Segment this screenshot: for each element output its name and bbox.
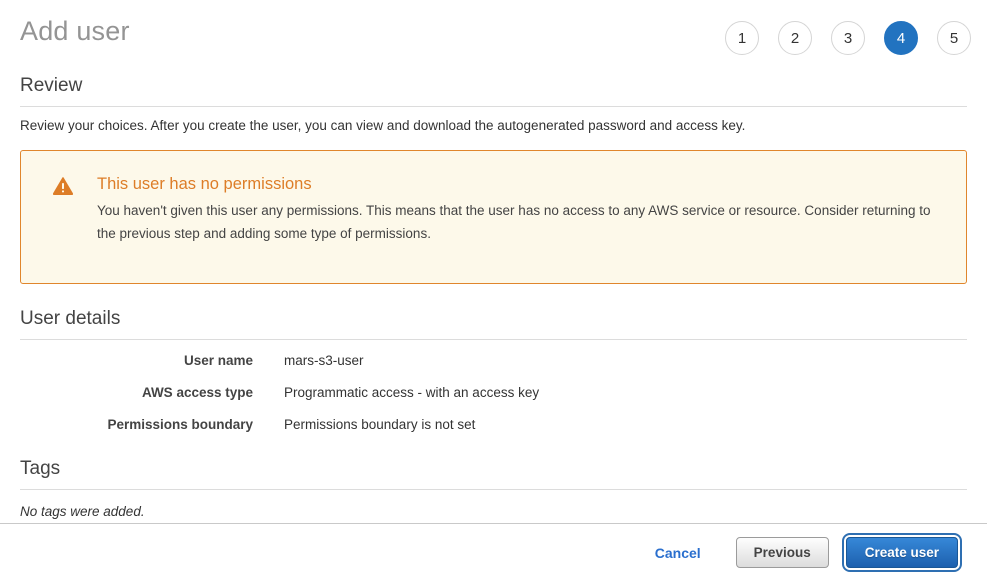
review-description: Review your choices. After you create th… xyxy=(20,118,967,133)
user-details-heading: User details xyxy=(20,308,967,330)
step-indicator: 1 2 3 4 5 xyxy=(725,21,971,55)
wizard-footer: Cancel Previous Create user xyxy=(0,523,987,581)
user-details-section: User details User name mars-s3-user AWS … xyxy=(20,308,967,432)
warning-body: You haven't given this user any permissi… xyxy=(97,199,936,245)
user-name-value: mars-s3-user xyxy=(253,353,364,368)
user-details-table: User name mars-s3-user AWS access type P… xyxy=(20,353,967,432)
permissions-boundary-value: Permissions boundary is not set xyxy=(253,417,475,432)
create-user-button[interactable]: Create user xyxy=(846,537,958,568)
aws-access-type-value: Programmatic access - with an access key xyxy=(253,385,539,400)
tags-section: Tags No tags were added. xyxy=(20,458,967,519)
permissions-boundary-label: Permissions boundary xyxy=(20,417,253,432)
user-details-divider xyxy=(20,339,967,340)
step-1[interactable]: 1 xyxy=(725,21,759,55)
tags-heading: Tags xyxy=(20,458,967,480)
review-heading: Review xyxy=(20,75,967,97)
step-3[interactable]: 3 xyxy=(831,21,865,55)
no-permissions-warning-banner: This user has no permissions You haven't… xyxy=(20,150,967,284)
table-row: Permissions boundary Permissions boundar… xyxy=(20,417,967,432)
previous-button[interactable]: Previous xyxy=(736,537,829,568)
user-name-label: User name xyxy=(20,353,253,368)
no-tags-message: No tags were added. xyxy=(20,504,967,519)
warning-triangle-icon xyxy=(53,177,73,195)
cancel-link[interactable]: Cancel xyxy=(655,545,701,561)
table-row: User name mars-s3-user xyxy=(20,353,967,368)
step-4-active[interactable]: 4 xyxy=(884,21,918,55)
warning-title: This user has no permissions xyxy=(97,175,936,194)
step-2[interactable]: 2 xyxy=(778,21,812,55)
aws-access-type-label: AWS access type xyxy=(20,385,253,400)
wizard-header: Add user 1 2 3 4 5 xyxy=(0,0,987,70)
warning-text-block: This user has no permissions You haven't… xyxy=(97,175,936,245)
review-heading-divider xyxy=(20,106,967,107)
table-row: AWS access type Programmatic access - wi… xyxy=(20,385,967,400)
review-page-content: Review Review your choices. After you cr… xyxy=(0,70,987,523)
step-5[interactable]: 5 xyxy=(937,21,971,55)
tags-divider xyxy=(20,489,967,490)
